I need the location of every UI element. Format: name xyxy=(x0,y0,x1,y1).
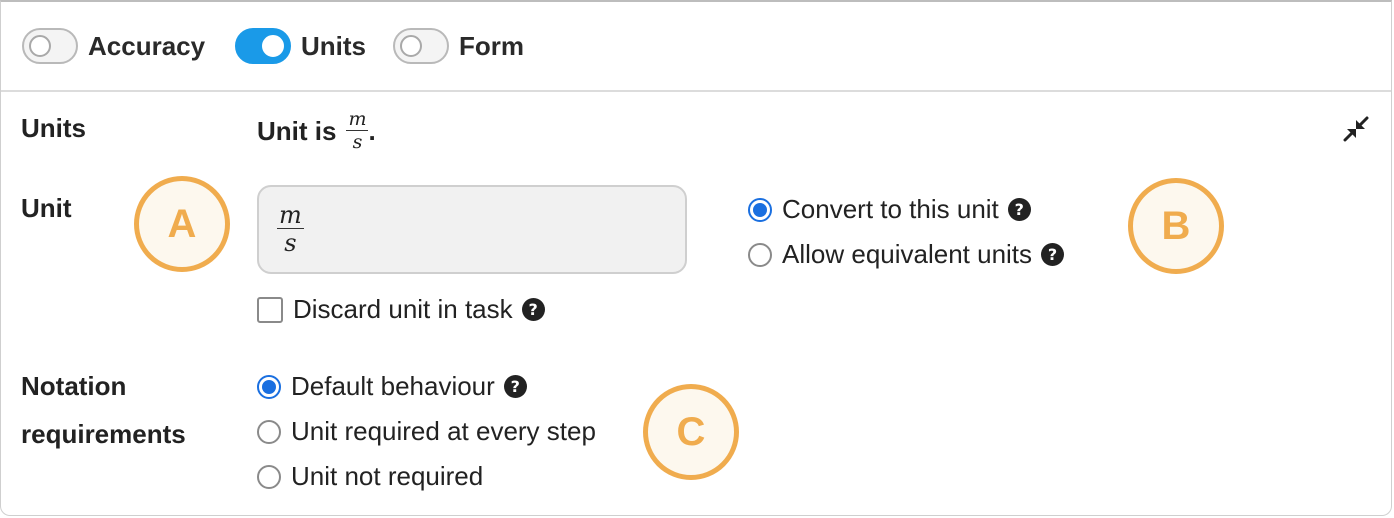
units-switch[interactable] xyxy=(235,28,291,64)
switch-knob xyxy=(262,35,284,57)
toggle-accuracy-label: Accuracy xyxy=(88,30,206,61)
unit-input[interactable]: m s xyxy=(257,185,687,274)
fraction-numerator: m xyxy=(346,108,369,131)
unit-mode-option-label: Allow equivalent units xyxy=(782,239,1033,269)
notation-label-line1: Notation xyxy=(21,371,127,401)
form-switch[interactable] xyxy=(393,28,449,64)
question-circle-icon[interactable]: ? xyxy=(521,298,545,321)
units-settings-panel: Accuracy Units Form Units Unit is m s . … xyxy=(0,0,1392,516)
collapse-arrows-icon[interactable] xyxy=(1343,116,1369,142)
fraction-denominator: s xyxy=(284,229,297,257)
notation-option-not-required[interactable]: Unit not required xyxy=(257,461,483,492)
unit-input-fraction: m s xyxy=(277,203,304,255)
notation-option-default[interactable]: Default behaviour ? xyxy=(257,371,527,402)
criteria-toggle-bar: Accuracy Units Form xyxy=(1,2,1391,92)
notation-option-every-step[interactable]: Unit required at every step xyxy=(257,416,596,447)
equivalent-units-radio[interactable] xyxy=(748,242,772,267)
fraction-numerator: m xyxy=(277,201,304,229)
question-circle-icon[interactable]: ? xyxy=(1041,243,1065,266)
fraction-denominator: s xyxy=(352,131,363,153)
unit-not-required-radio[interactable] xyxy=(257,464,281,489)
question-circle-icon[interactable]: ? xyxy=(1007,198,1031,221)
notation-option-label: Unit required at every step xyxy=(291,416,596,446)
unit-summary-prefix: Unit is xyxy=(257,115,337,146)
unit-summary: Unit is m s . xyxy=(257,110,376,152)
unit-summary-fraction: m s xyxy=(346,108,369,153)
discard-unit-label: Discard unit in task xyxy=(293,294,513,324)
notation-option-label: Unit not required xyxy=(291,461,484,491)
annotation-badge-c: C xyxy=(643,384,739,480)
toggle-form[interactable]: Form xyxy=(393,28,524,64)
switch-knob xyxy=(400,35,422,57)
toggle-units[interactable]: Units xyxy=(235,28,366,64)
discard-unit-checkbox[interactable] xyxy=(257,296,283,323)
unit-summary-suffix: . xyxy=(368,115,376,146)
default-behaviour-radio[interactable] xyxy=(257,374,281,399)
unit-mode-option-label: Convert to this unit xyxy=(782,194,999,224)
question-circle-icon[interactable]: ? xyxy=(503,375,527,398)
notation-option-label: Default behaviour xyxy=(291,371,495,401)
toggle-accuracy[interactable]: Accuracy xyxy=(22,28,205,64)
convert-unit-radio[interactable] xyxy=(748,197,772,222)
unit-every-step-radio[interactable] xyxy=(257,419,281,444)
discard-unit-option[interactable]: Discard unit in task ? xyxy=(257,294,545,325)
unit-mode-option-convert[interactable]: Convert to this unit ? xyxy=(748,194,1031,225)
toggle-units-label: Units xyxy=(301,30,366,61)
toggle-form-label: Form xyxy=(459,30,524,61)
notation-label-line2: requirements xyxy=(21,419,186,449)
units-section-title: Units xyxy=(21,113,86,143)
unit-mode-option-equivalent[interactable]: Allow equivalent units ? xyxy=(748,239,1065,270)
unit-field-label: Unit xyxy=(21,193,72,223)
accuracy-switch[interactable] xyxy=(22,28,78,64)
annotation-badge-b: B xyxy=(1128,178,1224,274)
annotation-badge-a: A xyxy=(134,176,230,272)
switch-knob xyxy=(29,35,51,57)
